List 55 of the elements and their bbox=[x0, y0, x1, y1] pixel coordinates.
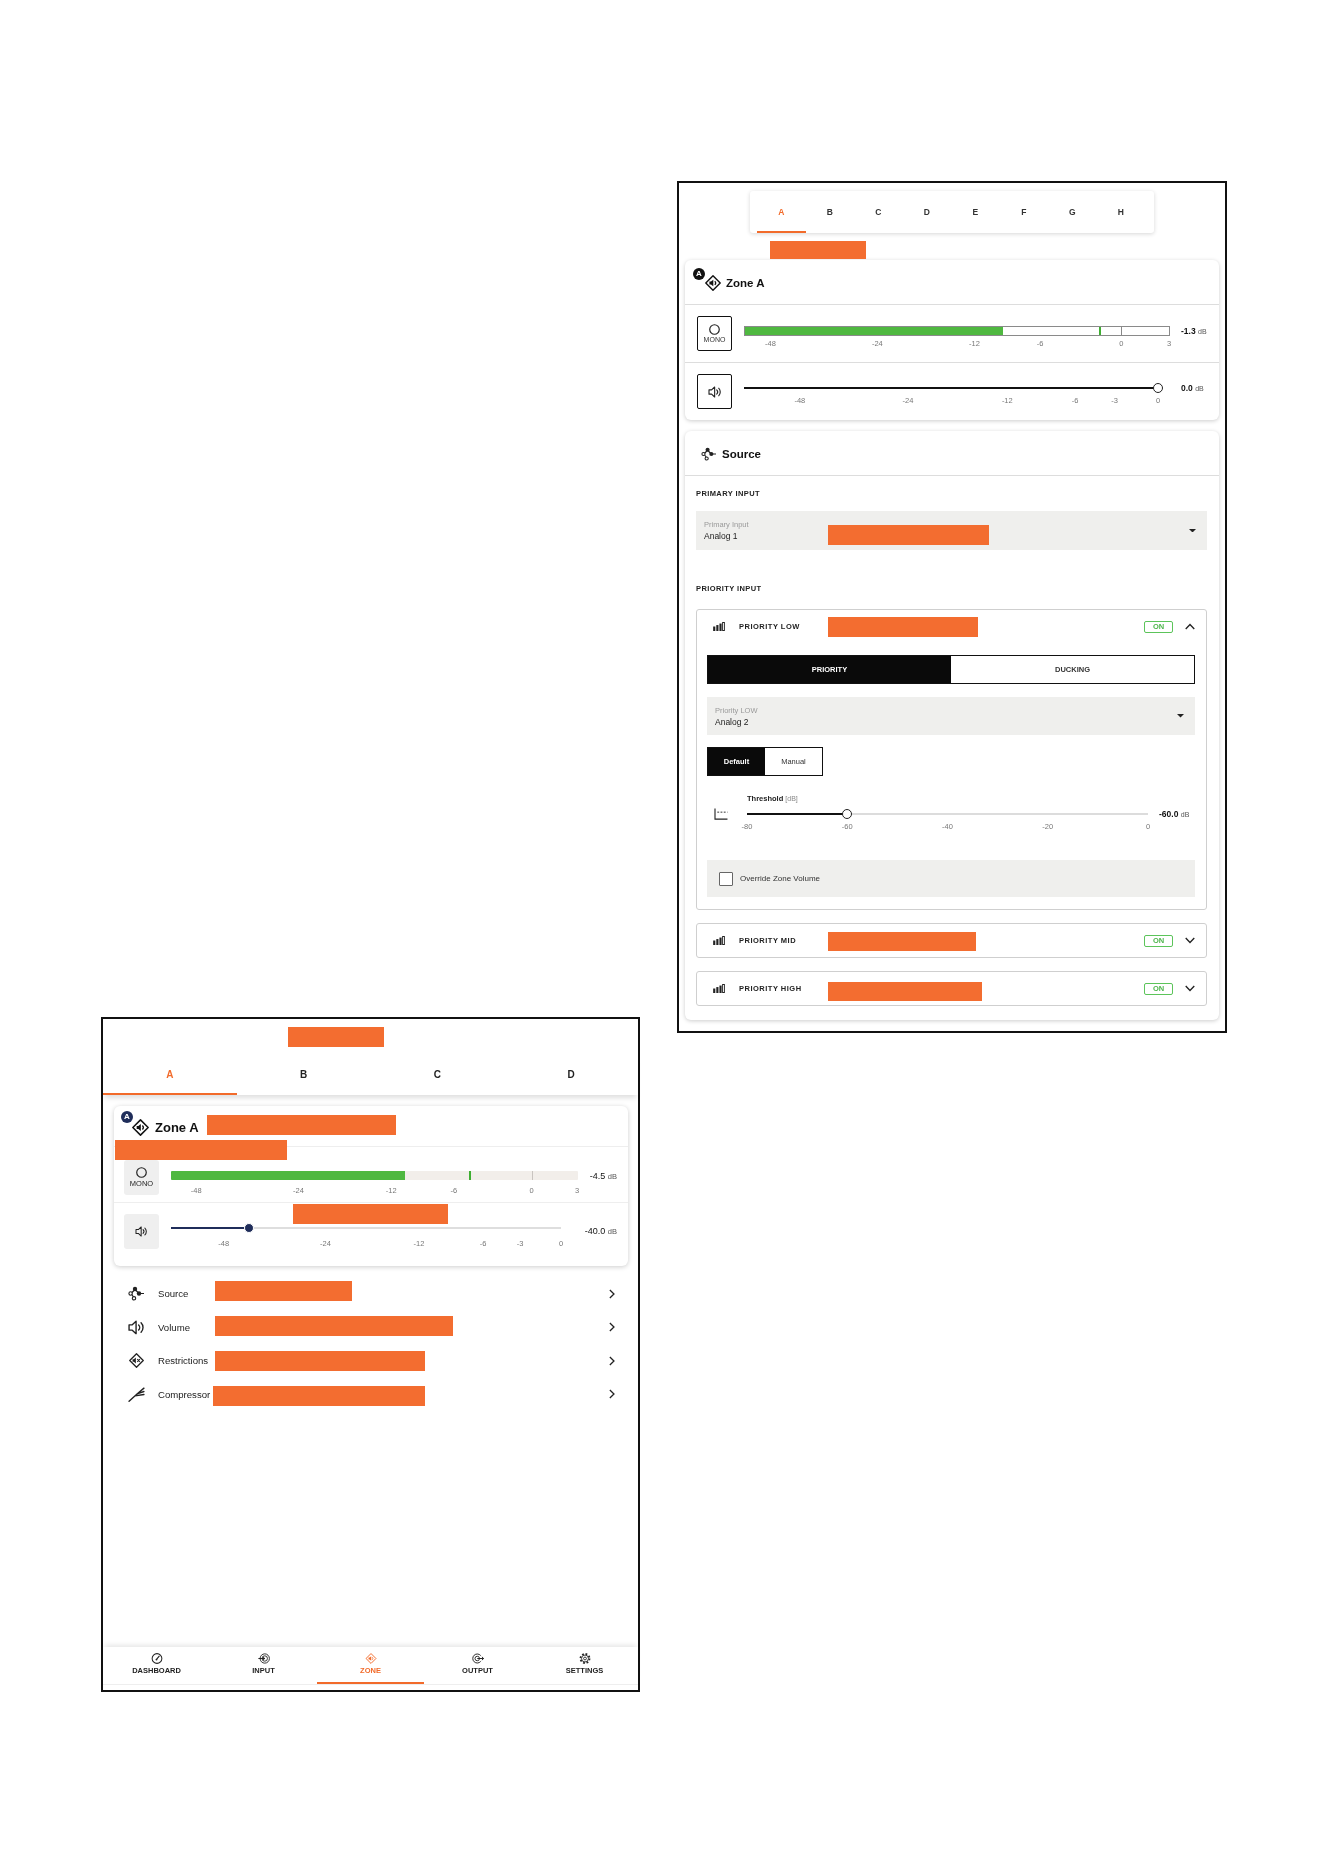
dropdown-value: Analog 2 bbox=[715, 716, 749, 727]
ring-arrow-icon bbox=[471, 1653, 484, 1664]
letter-tab[interactable]: E bbox=[951, 191, 1000, 233]
speaker-cross-diamond-icon bbox=[128, 1353, 145, 1369]
chevron-down-icon[interactable] bbox=[1185, 985, 1195, 992]
checkbox-label: Override Zone Volume bbox=[740, 874, 821, 883]
chevron-right-icon bbox=[609, 1355, 615, 1366]
signal-bars-icon bbox=[713, 936, 725, 945]
menu-item[interactable]: Volume bbox=[103, 1310, 638, 1344]
speaker-button[interactable] bbox=[697, 374, 732, 409]
dropdown-value: Analog 1 bbox=[704, 531, 738, 541]
nodes-icon bbox=[128, 1286, 145, 1302]
caret-down-icon bbox=[1177, 714, 1184, 718]
card-title: Zone A bbox=[726, 276, 765, 289]
dashed-axis-icon bbox=[714, 808, 728, 820]
speaker-icon bbox=[135, 1225, 148, 1237]
gauge-icon bbox=[150, 1653, 163, 1664]
letter-tab[interactable]: F bbox=[999, 191, 1048, 233]
speaker-diamond-icon bbox=[132, 1118, 149, 1136]
caret-down-icon bbox=[1189, 528, 1196, 533]
circle-icon bbox=[709, 323, 720, 335]
chevron-down-icon[interactable] bbox=[1185, 937, 1195, 944]
speaker-diamond-icon bbox=[705, 274, 721, 291]
card-title: Source bbox=[722, 447, 761, 460]
chevron-up-icon[interactable] bbox=[1185, 623, 1195, 630]
letter-tab[interactable]: C bbox=[370, 1055, 505, 1095]
letter-tab[interactable]: B bbox=[805, 191, 854, 233]
speaker-button[interactable] bbox=[124, 1213, 159, 1249]
letter-badge: A bbox=[693, 267, 705, 280]
nodes-icon bbox=[701, 446, 717, 461]
circle-icon bbox=[136, 1167, 147, 1179]
chevron-right-icon bbox=[609, 1288, 615, 1299]
slider-thumb[interactable] bbox=[842, 809, 853, 819]
letter-tab[interactable]: B bbox=[236, 1055, 371, 1095]
card-title: Zone A bbox=[155, 1119, 199, 1135]
letter-tab[interactable]: G bbox=[1048, 191, 1097, 233]
letter-tab[interactable]: D bbox=[504, 1055, 638, 1095]
speaker-icon bbox=[128, 1319, 145, 1335]
slider-thumb[interactable] bbox=[1153, 383, 1163, 393]
letter-tab[interactable]: D bbox=[902, 191, 951, 233]
gear-icon bbox=[578, 1653, 591, 1664]
chevron-right-icon bbox=[609, 1389, 615, 1400]
letter-tab[interactable]: H bbox=[1096, 191, 1145, 233]
letter-tab[interactable]: C bbox=[854, 191, 903, 233]
menu-item[interactable]: Restrictions bbox=[103, 1344, 638, 1378]
letter-badge: A bbox=[121, 1110, 133, 1123]
menu-item[interactable]: Source bbox=[103, 1277, 638, 1311]
menu-item[interactable]: Compressor bbox=[103, 1377, 638, 1411]
signal-bars-icon bbox=[713, 984, 725, 993]
branch-lines-icon bbox=[128, 1386, 145, 1402]
checkbox[interactable] bbox=[719, 871, 733, 886]
chevron-right-icon bbox=[609, 1322, 615, 1333]
signal-bars-icon bbox=[713, 622, 725, 631]
speaker-icon bbox=[707, 385, 722, 398]
speaker-diamond-icon bbox=[364, 1653, 377, 1664]
